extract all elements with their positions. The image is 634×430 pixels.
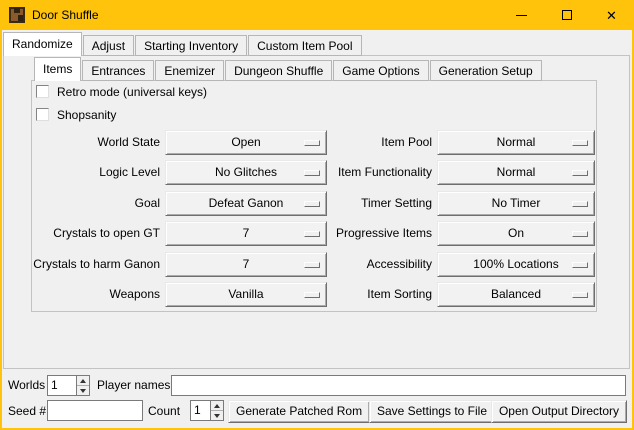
progressive-items-label: Progressive Items (322, 221, 432, 246)
tab-randomize[interactable]: Randomize (3, 32, 82, 56)
item-sorting-label: Item Sorting (322, 282, 432, 307)
inner-tab-bar: Items Entrances Enemizer Dungeon Shuffle… (34, 57, 543, 81)
item-functionality-value: Normal (497, 165, 536, 179)
close-button[interactable]: ✕ (589, 0, 634, 30)
crystals-ganon-dropdown[interactable]: 7 (165, 252, 327, 277)
item-pool-value: Normal (497, 135, 536, 149)
tab-game-options[interactable]: Game Options (333, 60, 428, 81)
crystals-gt-label: Crystals to open GT (14, 221, 160, 246)
tab-adjust[interactable]: Adjust (83, 35, 134, 56)
checkbox-box-icon (36, 108, 49, 121)
seed-label: Seed # (8, 401, 46, 422)
item-functionality-dropdown[interactable]: Normal (437, 160, 595, 185)
maximize-button[interactable] (544, 0, 589, 30)
weapons-label: Weapons (14, 282, 160, 307)
minimize-icon (516, 15, 527, 16)
dropdown-indicator-icon (572, 170, 588, 176)
tab-entrances[interactable]: Entrances (82, 60, 154, 81)
window-title: Door Shuffle (32, 0, 99, 30)
worlds-label: Worlds (8, 375, 45, 396)
world-state-value: Open (231, 135, 260, 149)
minimize-button[interactable] (499, 0, 544, 30)
dropdown-indicator-icon (304, 262, 320, 268)
player-names-label: Player names (97, 375, 170, 396)
dropdown-indicator-icon (572, 292, 588, 298)
dropdown-indicator-icon (304, 292, 320, 298)
crystals-ganon-label: Crystals to harm Ganon (14, 252, 160, 277)
count-spinbox[interactable]: 1 (190, 400, 224, 421)
item-sorting-value: Balanced (491, 287, 541, 301)
dropdown-indicator-icon (572, 201, 588, 207)
crystals-gt-dropdown[interactable]: 7 (165, 221, 327, 246)
dropdown-indicator-icon (304, 231, 320, 237)
spin-up-icon (80, 379, 86, 383)
dropdown-indicator-icon (572, 140, 588, 146)
tab-enemizer[interactable]: Enemizer (155, 60, 224, 81)
count-spin-arrows (210, 401, 223, 420)
logic-level-value: No Glitches (215, 165, 277, 179)
worlds-spinbox[interactable]: 1 (47, 375, 90, 396)
logic-level-dropdown[interactable]: No Glitches (165, 160, 327, 185)
goal-dropdown[interactable]: Defeat Ganon (165, 191, 327, 216)
dropdown-indicator-icon (572, 231, 588, 237)
generate-patched-rom-button[interactable]: Generate Patched Rom (228, 400, 370, 423)
worlds-value: 1 (48, 376, 76, 395)
spin-up-button[interactable] (211, 401, 223, 410)
spin-down-icon (80, 389, 86, 393)
item-sorting-dropdown[interactable]: Balanced (437, 282, 595, 307)
item-pool-dropdown[interactable]: Normal (437, 130, 595, 155)
accessibility-label: Accessibility (322, 252, 432, 277)
accessibility-dropdown[interactable]: 100% Locations (437, 252, 595, 277)
door-icon (9, 7, 25, 23)
goal-label: Goal (14, 191, 160, 216)
count-label: Count (148, 401, 180, 422)
crystals-ganon-value: 7 (243, 257, 250, 271)
count-value: 1 (191, 401, 210, 420)
world-state-dropdown[interactable]: Open (165, 130, 327, 155)
dropdown-indicator-icon (304, 140, 320, 146)
retro-mode-label: Retro mode (universal keys) (57, 85, 207, 99)
open-output-directory-button[interactable]: Open Output Directory (491, 400, 627, 423)
spin-down-icon (214, 414, 220, 418)
tab-dungeon-shuffle[interactable]: Dungeon Shuffle (225, 60, 332, 81)
worlds-spin-arrows (76, 376, 89, 395)
spin-down-button[interactable] (77, 385, 89, 395)
spin-down-button[interactable] (211, 410, 223, 420)
logic-level-label: Logic Level (14, 160, 160, 185)
outer-tab-bar: Randomize Adjust Starting Inventory Cust… (3, 32, 363, 56)
tab-custom-item-pool[interactable]: Custom Item Pool (248, 35, 361, 56)
progressive-items-value: On (508, 226, 524, 240)
dropdown-indicator-icon (304, 201, 320, 207)
goal-value: Defeat Ganon (209, 196, 284, 210)
world-state-label: World State (14, 130, 160, 155)
crystals-gt-value: 7 (243, 226, 250, 240)
door-shuffle-window: Door Shuffle ✕ Randomize Adjust Starting… (0, 0, 634, 430)
dropdown-indicator-icon (572, 262, 588, 268)
item-pool-label: Item Pool (322, 130, 432, 155)
tab-items[interactable]: Items (34, 57, 81, 81)
weapons-value: Vanilla (228, 287, 263, 301)
dropdown-indicator-icon (304, 170, 320, 176)
retro-mode-checkbox[interactable]: Retro mode (universal keys) (36, 84, 207, 99)
shopsanity-checkbox[interactable]: Shopsanity (36, 107, 116, 122)
tab-generation-setup[interactable]: Generation Setup (430, 60, 542, 81)
shopsanity-label: Shopsanity (57, 108, 116, 122)
checkbox-box-icon (36, 85, 49, 98)
weapons-dropdown[interactable]: Vanilla (165, 282, 327, 307)
player-names-input[interactable] (171, 375, 626, 396)
tab-starting-inventory[interactable]: Starting Inventory (135, 35, 247, 56)
progressive-items-dropdown[interactable]: On (437, 221, 595, 246)
save-settings-button[interactable]: Save Settings to File (369, 400, 495, 423)
timer-setting-label: Timer Setting (322, 191, 432, 216)
item-functionality-label: Item Functionality (322, 160, 432, 185)
seed-input[interactable] (47, 400, 143, 421)
accessibility-value: 100% Locations (473, 257, 558, 271)
titlebar[interactable]: Door Shuffle ✕ (0, 0, 634, 30)
timer-setting-dropdown[interactable]: No Timer (437, 191, 595, 216)
close-icon: ✕ (606, 9, 617, 22)
spin-up-button[interactable] (77, 376, 89, 385)
maximize-icon (562, 10, 572, 20)
spin-up-icon (214, 404, 220, 408)
timer-setting-value: No Timer (492, 196, 541, 210)
